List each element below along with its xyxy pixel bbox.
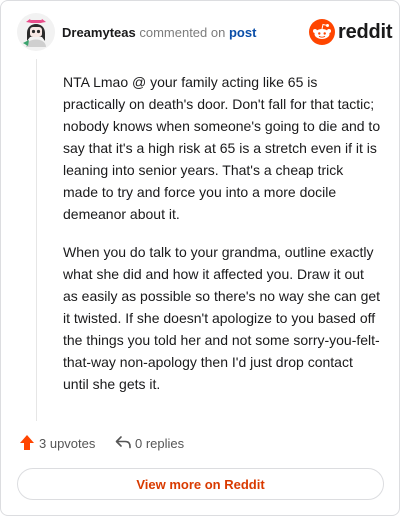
avatar-illustration-icon: [17, 13, 55, 51]
username[interactable]: Dreamyteas: [62, 25, 136, 40]
upvote-arrow-icon: [20, 435, 34, 450]
comment-meta: Dreamyteas commented on post: [62, 25, 256, 41]
reddit-wordmark: reddit: [338, 21, 393, 43]
comment-header: Dreamyteas commented on post reddit: [17, 13, 393, 53]
view-more-on-reddit-button[interactable]: View more on Reddit: [17, 468, 384, 500]
comment-body: NTA Lmao @ your family acting like 65 is…: [63, 71, 381, 411]
thread-line: [36, 59, 37, 421]
reddit-logo[interactable]: reddit: [309, 19, 393, 47]
commented-on-text: commented on: [139, 25, 226, 40]
reply-arrow-icon: [115, 436, 131, 449]
reply-count: 0 replies: [135, 436, 185, 451]
comment-paragraph-1: NTA Lmao @ your family acting like 65 is…: [63, 74, 381, 222]
reddit-comment-card: Dreamyteas commented on post reddit NTA …: [0, 0, 400, 516]
post-link[interactable]: post: [229, 25, 256, 40]
reddit-snoo-icon: [309, 19, 335, 45]
avatar[interactable]: [17, 13, 55, 51]
comment-paragraph-2: When you do talk to your grandma, outlin…: [63, 244, 381, 392]
upvote-count: 3 upvotes: [39, 436, 96, 451]
